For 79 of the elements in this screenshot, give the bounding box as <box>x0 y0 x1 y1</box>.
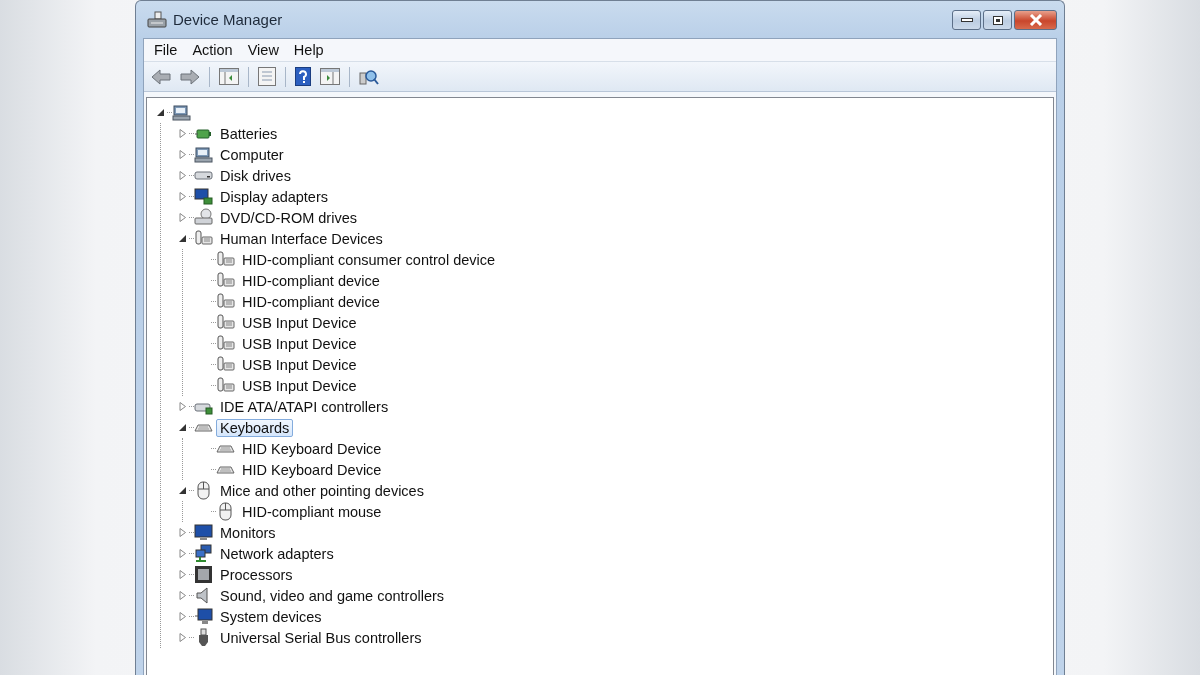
tree-item[interactable]: DVD/CD-ROM drives <box>216 208 361 227</box>
tree-item[interactable]: Keyboards <box>216 418 294 437</box>
restore-icon <box>992 15 1003 25</box>
restore-button[interactable] <box>983 10 1012 30</box>
expand-arrow[interactable] <box>179 192 187 201</box>
tree-item[interactable]: Batteries <box>216 124 282 143</box>
tree-item[interactable]: USB Input Device <box>238 355 361 374</box>
tree-item[interactable]: Computer <box>216 145 288 164</box>
action-pane-button[interactable] <box>317 66 343 87</box>
keyboard-icon <box>216 444 235 453</box>
tree-item[interactable]: Universal Serial Bus controllers <box>216 628 426 647</box>
collapse-arrow[interactable] <box>179 486 187 495</box>
tree-item[interactable]: Mice and other pointing devices <box>216 481 428 500</box>
close-button[interactable] <box>1014 10 1057 30</box>
input-device-icon <box>216 376 235 395</box>
tree-item[interactable]: HID-compliant device <box>238 292 384 311</box>
computer-icon <box>194 145 213 164</box>
tree-item[interactable]: HID Keyboard Device <box>238 460 386 479</box>
input-device-icon <box>216 292 235 311</box>
expand-arrow[interactable] <box>179 549 187 558</box>
display-adapter-icon <box>194 187 213 206</box>
monitor-icon <box>194 523 213 542</box>
input-device-icon <box>216 313 235 332</box>
tree-item[interactable]: IDE ATA/ATAPI controllers <box>216 397 393 416</box>
optical-drive-icon <box>194 208 213 227</box>
close-icon <box>1028 14 1043 26</box>
disk-drive-icon <box>194 171 213 180</box>
console-tree-button[interactable] <box>216 66 242 87</box>
input-device-icon <box>216 271 235 290</box>
expand-arrow[interactable] <box>179 633 187 642</box>
mouse-icon <box>216 502 235 521</box>
tree-item[interactable]: Processors <box>216 565 297 584</box>
window-title: Device Manager <box>173 11 284 28</box>
system-icon <box>194 607 213 626</box>
expand-arrow[interactable] <box>179 591 187 600</box>
properties-button[interactable] <box>255 65 279 88</box>
tree-item[interactable]: Sound, video and game controllers <box>216 586 449 605</box>
minimize-icon <box>960 18 973 22</box>
mouse-icon <box>194 481 213 500</box>
expand-arrow[interactable] <box>179 402 187 411</box>
tree-item[interactable]: Human Interface Devices <box>216 229 387 248</box>
tree-item[interactable]: System devices <box>216 607 326 626</box>
tree-item[interactable]: HID-compliant device <box>238 271 384 290</box>
tree-item[interactable]: HID Keyboard Device <box>238 439 386 458</box>
menu-item[interactable]: Action <box>186 42 242 58</box>
help-icon[interactable] <box>292 65 314 88</box>
tree-item[interactable]: HID-compliant consumer control device <box>238 250 500 269</box>
tree-item[interactable]: Monitors <box>216 523 280 542</box>
collapse-arrow[interactable] <box>179 234 187 243</box>
collapse-arrow[interactable] <box>179 423 187 432</box>
input-device-icon <box>216 355 235 374</box>
keyboard-icon <box>194 423 213 432</box>
input-device-icon <box>216 250 235 269</box>
expand-arrow[interactable] <box>179 570 187 579</box>
collapse-arrow[interactable] <box>157 108 165 117</box>
minimize-button[interactable] <box>952 10 981 30</box>
tree-item[interactable]: Display adapters <box>216 187 332 206</box>
keyboard-icon <box>216 465 235 474</box>
device-manager-icon <box>147 10 167 29</box>
expand-arrow[interactable] <box>179 171 187 180</box>
expand-arrow[interactable] <box>179 150 187 159</box>
tree-item[interactable]: USB Input Device <box>238 313 361 332</box>
tree-item[interactable]: Network adapters <box>216 544 338 563</box>
expand-arrow[interactable] <box>179 129 187 138</box>
tree-item[interactable]: Disk drives <box>216 166 295 185</box>
tree-item[interactable]: HID-compliant mouse <box>238 502 386 521</box>
processor-icon <box>194 565 213 584</box>
tree-item[interactable]: USB Input Device <box>238 376 361 395</box>
network-icon <box>194 544 213 563</box>
tree-item[interactable]: USB Input Device <box>238 334 361 353</box>
expand-arrow[interactable] <box>179 213 187 222</box>
computer-icon <box>172 103 191 122</box>
input-device-icon <box>194 229 213 248</box>
expand-arrow[interactable] <box>179 528 187 537</box>
input-device-icon <box>216 334 235 353</box>
expand-arrow[interactable] <box>179 612 187 621</box>
menu-item[interactable]: View <box>241 42 288 58</box>
menu-item[interactable]: File <box>148 42 187 58</box>
menu-item[interactable]: Help <box>287 42 333 58</box>
